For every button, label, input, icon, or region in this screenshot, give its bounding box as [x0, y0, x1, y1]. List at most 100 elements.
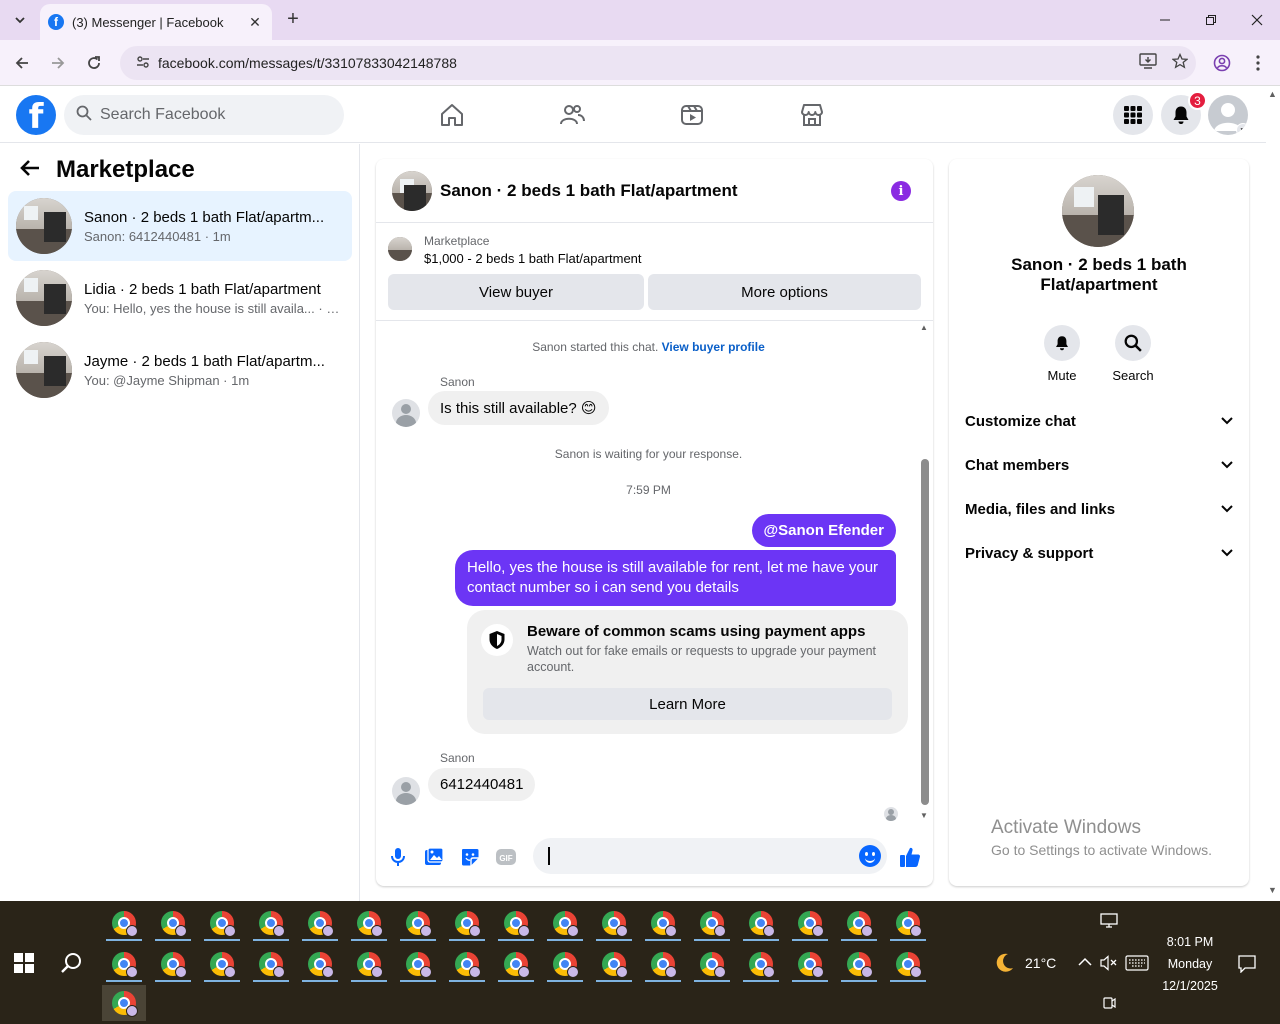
chrome-window-icon[interactable] [200, 946, 244, 982]
outgoing-message[interactable]: Hello, yes the house is still available … [455, 550, 896, 606]
account-avatar[interactable]: ▼ [1208, 95, 1248, 135]
microphone-icon[interactable] [386, 845, 410, 869]
chrome-window-icon[interactable] [445, 946, 489, 982]
chrome-window-icon[interactable] [347, 905, 391, 941]
chrome-window-icon[interactable] [788, 946, 832, 982]
message-scrollbar[interactable]: ▲ ▼ [919, 323, 929, 821]
site-info-icon[interactable] [128, 54, 158, 73]
chrome-window-icon[interactable] [151, 946, 195, 982]
chrome-window-icon[interactable] [396, 946, 440, 982]
nav-friends[interactable] [516, 95, 628, 135]
chrome-window-icon[interactable] [592, 946, 636, 982]
chrome-window-icon[interactable] [788, 905, 832, 941]
scroll-up-icon[interactable]: ▲ [919, 323, 929, 332]
chrome-window-icon[interactable] [886, 946, 930, 982]
scroll-down-icon[interactable]: ▼ [1268, 885, 1277, 895]
media-files-links-row[interactable]: Media, files and links [965, 491, 1233, 527]
chrome-window-icon[interactable] [592, 905, 636, 941]
scroll-down-icon[interactable]: ▼ [919, 811, 929, 820]
keyboard-icon[interactable] [1125, 955, 1149, 974]
scrollbar-thumb[interactable] [921, 459, 929, 805]
chrome-window-icon[interactable] [200, 905, 244, 941]
bookmark-star-icon[interactable] [1164, 52, 1196, 73]
install-app-icon[interactable] [1132, 53, 1164, 73]
customize-chat-row[interactable]: Customize chat [965, 403, 1233, 439]
chrome-window-icon[interactable] [739, 946, 783, 982]
network-icon[interactable] [1100, 913, 1118, 932]
minimize-window-button[interactable] [1142, 0, 1188, 40]
notifications-button[interactable]: 3 [1161, 91, 1207, 135]
nav-marketplace[interactable] [756, 95, 868, 135]
taskbar-clock[interactable]: 8:01 PM Monday 12/1/2025 [1150, 931, 1230, 997]
speaker-muted-icon[interactable] [1100, 955, 1118, 974]
chrome-window-icon[interactable] [347, 946, 391, 982]
tab-close-icon[interactable]: ✕ [246, 14, 264, 31]
listing-thumbnail[interactable] [392, 170, 432, 211]
profile-icon[interactable] [1208, 49, 1236, 77]
restore-window-button[interactable] [1188, 0, 1234, 40]
scroll-up-icon[interactable]: ▲ [1268, 89, 1277, 99]
view-buyer-profile-link[interactable]: View buyer profile [662, 340, 765, 354]
chrome-window-icon[interactable] [886, 905, 930, 941]
menu-button[interactable] [1113, 95, 1153, 135]
notification-center-icon[interactable] [1238, 955, 1256, 976]
browser-menu-icon[interactable] [1244, 49, 1272, 77]
close-window-button[interactable] [1234, 0, 1280, 40]
incoming-message[interactable]: Is this still available? 😊 [428, 391, 609, 425]
chrome-window-icon[interactable] [690, 905, 734, 941]
chrome-window-icon[interactable] [249, 946, 293, 982]
nav-video[interactable] [636, 95, 748, 135]
chrome-window-icon[interactable] [641, 905, 685, 941]
browser-tab-messenger[interactable]: f (3) Messenger | Facebook ✕ [40, 4, 272, 40]
info-icon[interactable]: i [891, 181, 911, 201]
page-scrollbar[interactable]: ▲ ▼ [1266, 87, 1280, 901]
chrome-window-icon[interactable] [494, 946, 538, 982]
chrome-window-icon[interactable] [494, 905, 538, 941]
forward-button[interactable] [44, 49, 72, 77]
chat-members-row[interactable]: Chat members [965, 447, 1233, 483]
chrome-window-icon[interactable] [837, 905, 881, 941]
windows-start-icon[interactable] [14, 953, 34, 973]
emoji-icon[interactable] [859, 845, 881, 867]
chrome-window-icon[interactable] [298, 946, 342, 982]
photo-icon[interactable] [422, 845, 446, 869]
conversation-item-sanon[interactable]: Sanon · 2 beds 1 bath Flat/apartm... San… [8, 191, 352, 261]
new-tab-button[interactable]: + [282, 8, 304, 30]
message-input[interactable] [533, 838, 887, 874]
chrome-window-icon[interactable] [102, 946, 146, 982]
conversation-item-jayme[interactable]: Jayme · 2 beds 1 bath Flat/apartm... You… [8, 335, 352, 405]
search-action[interactable]: Search [1103, 325, 1163, 383]
back-button[interactable] [8, 49, 36, 77]
tab-search-dropdown[interactable] [6, 6, 34, 34]
chrome-window-icon[interactable] [298, 905, 342, 941]
chevron-up-icon[interactable] [1078, 955, 1092, 970]
facebook-search[interactable] [64, 95, 344, 135]
chrome-window-icon[interactable] [690, 946, 734, 982]
incoming-message[interactable]: 6412440481 [428, 768, 536, 801]
chat-title[interactable]: Sanon · 2 beds 1 bath Flat/apartment [440, 181, 738, 201]
chrome-window-icon[interactable] [543, 946, 587, 982]
gif-icon[interactable]: GIF [494, 845, 518, 869]
search-input[interactable] [100, 106, 320, 124]
chrome-window-icon[interactable] [543, 905, 587, 941]
reload-button[interactable] [80, 49, 108, 77]
conversation-item-lidia[interactable]: Lidia · 2 beds 1 bath Flat/apartment You… [8, 263, 352, 333]
moon-weather-icon[interactable] [992, 951, 1016, 978]
meet-now-icon[interactable] [1102, 994, 1116, 1013]
sticker-icon[interactable] [458, 845, 482, 869]
facebook-logo-icon[interactable]: f [16, 95, 56, 135]
outgoing-mention[interactable]: @Sanon Efender [751, 514, 896, 547]
chrome-window-icon[interactable] [641, 946, 685, 982]
learn-more-button[interactable]: Learn More [483, 688, 892, 720]
chrome-window-icon[interactable] [445, 905, 489, 941]
listing-price[interactable]: $1,000 - 2 beds 1 bath Flat/apartment [424, 251, 642, 266]
chrome-window-icon[interactable] [837, 946, 881, 982]
privacy-support-row[interactable]: Privacy & support [965, 535, 1233, 571]
nav-home[interactable] [396, 95, 508, 135]
more-options-button[interactable]: More options [648, 274, 921, 310]
paint-app-icon[interactable] [102, 905, 146, 941]
back-arrow-icon[interactable] [20, 157, 40, 183]
thumbs-up-icon[interactable] [898, 845, 922, 869]
sender-avatar[interactable] [392, 777, 420, 805]
taskbar-search-icon[interactable] [60, 951, 84, 975]
